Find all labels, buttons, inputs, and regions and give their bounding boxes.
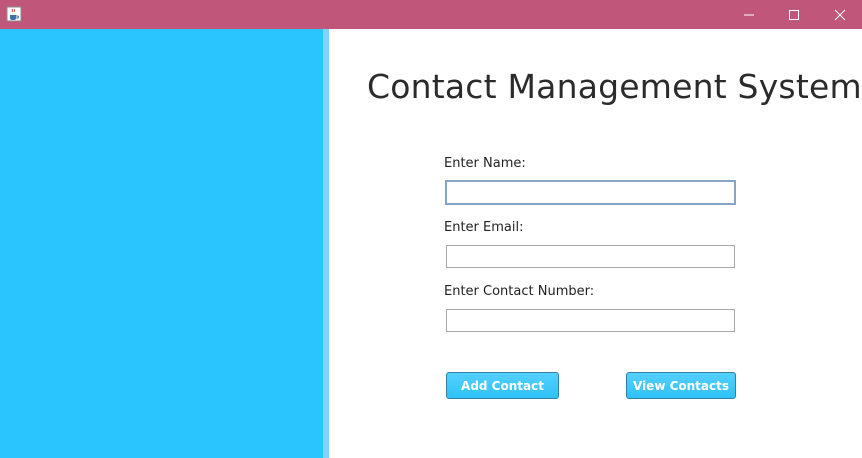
sidebar-panel [0,29,323,458]
page-title: Contact Management System [367,67,862,106]
name-label: Enter Name: [444,156,526,171]
contact-number-label: Enter Contact Number: [444,284,595,299]
title-bar[interactable] [0,0,862,29]
minimize-icon [744,14,754,15]
contact-number-input[interactable] [446,309,735,332]
minimize-button[interactable] [727,0,771,29]
email-input[interactable] [446,245,735,268]
close-button[interactable] [818,0,862,29]
main-panel: Contact Management System Enter Name: En… [329,29,862,458]
email-label: Enter Email: [444,220,524,235]
java-cup-icon [6,6,22,22]
maximize-icon [789,9,799,20]
add-contact-button[interactable]: Add Contact [446,372,559,399]
maximize-button[interactable] [772,0,816,29]
close-icon [834,9,846,20]
name-input[interactable] [445,180,736,205]
view-contacts-button[interactable]: View Contacts [626,372,736,399]
